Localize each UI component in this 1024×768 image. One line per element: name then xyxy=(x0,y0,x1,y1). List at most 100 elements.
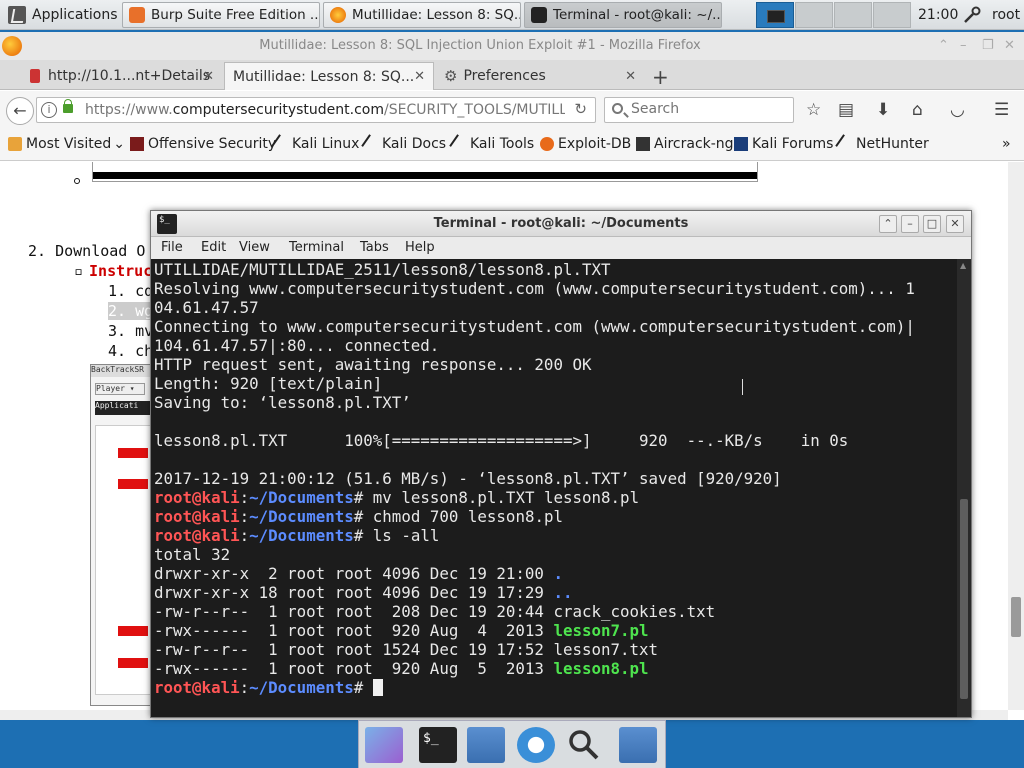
step-item: 3. mv xyxy=(108,322,154,340)
listing-row: drwxr-xr-x 18 root root 4096 Dec 19 17:2… xyxy=(154,583,954,602)
output-line: Connecting to www.computersecuritystuden… xyxy=(154,317,915,336)
bookmark-kali-docs[interactable]: Kali Docs xyxy=(361,134,446,154)
bookmark-exploit-db[interactable]: Exploit-DB xyxy=(540,136,631,152)
close-tab-icon[interactable]: ✕ xyxy=(203,69,214,84)
search-icon[interactable] xyxy=(565,727,603,763)
terminal-cursor xyxy=(372,679,383,696)
command-text: mv lesson8.pl.TXT lesson8.pl xyxy=(372,488,640,507)
bookmarks-overflow-button[interactable]: » xyxy=(1002,136,1011,152)
taskbar-item-burp[interactable]: Burp Suite Free Edition ... xyxy=(122,2,320,28)
minimize-button[interactable]: – xyxy=(901,215,919,233)
prompt-user: root@kali xyxy=(154,488,240,507)
folder-icon[interactable] xyxy=(619,727,657,763)
applications-menu[interactable]: Applications xyxy=(0,0,126,30)
bookmark-offensive-security[interactable]: Offensive Security xyxy=(130,136,276,152)
lock-icon xyxy=(63,99,73,113)
tab-mutillidae[interactable]: Mutillidae: Lesson 8: SQ... ✕ xyxy=(224,62,434,90)
close-button[interactable]: ✕ xyxy=(1004,38,1015,53)
shade-button[interactable]: ⌃ xyxy=(879,215,897,233)
close-tab-icon[interactable]: ✕ xyxy=(625,69,636,84)
bookmark-most-visited[interactable]: Most Visited ⌄ xyxy=(8,136,125,152)
back-button[interactable]: ← xyxy=(6,97,34,125)
bookmark-kali-linux[interactable]: Kali Linux xyxy=(271,134,359,154)
bug-icon xyxy=(30,69,40,83)
user-menu[interactable]: root xyxy=(992,0,1020,30)
reading-list-icon[interactable]: ▤ xyxy=(838,100,854,120)
bookmark-star-icon[interactable]: ☆ xyxy=(806,100,821,120)
taskbar-label: Terminal - root@kali: ~/... xyxy=(553,7,722,23)
restore-button[interactable]: ❐ xyxy=(982,38,994,53)
taskbar-item-firefox[interactable]: Mutillidae: Lesson 8: SQ... xyxy=(323,2,521,28)
thumb-titlebar: BackTrackSR xyxy=(91,365,153,377)
url-bar[interactable]: i https://www.computersecuritystudent.co… xyxy=(36,97,596,123)
file-name: lesson8.pl xyxy=(553,659,649,678)
close-button[interactable]: ✕ xyxy=(946,215,964,233)
firefox-titlebar: Mutillidae: Lesson 8: SQL Injection Unio… xyxy=(0,32,1024,60)
clock[interactable]: 21:00 xyxy=(918,0,958,30)
listing-row: drwxr-xr-x 2 root root 4096 Dec 19 21:00… xyxy=(154,564,954,583)
gear-icon xyxy=(8,137,22,151)
exploitdb-icon xyxy=(540,137,554,151)
tab-details[interactable]: http://10.1...nt+Details ✕ xyxy=(22,62,222,90)
output-line: Resolving www.computersecuritystudent.co… xyxy=(154,279,915,298)
window-title: Mutillidae: Lesson 8: SQL Injection Unio… xyxy=(259,38,701,53)
terminal-titlebar[interactable]: $_ Terminal - root@kali: ~/Documents ⌃ –… xyxy=(151,211,971,237)
minimize-button[interactable]: – xyxy=(960,38,967,53)
info-icon[interactable]: i xyxy=(41,102,57,118)
scrollbar-thumb[interactable] xyxy=(1011,597,1021,637)
gear-icon: ⚙ xyxy=(444,67,458,85)
file-meta: drwxr-xr-x 2 root root 4096 Dec 19 21:00 xyxy=(154,564,554,583)
bookmarks-toolbar: Most Visited ⌄ Offensive Security Kali Li… xyxy=(0,129,1024,161)
listing-row: -rwx------ 1 root root 920 Aug 4 2013 le… xyxy=(154,621,954,640)
command-text: ls -all xyxy=(372,526,440,545)
maximize-button[interactable]: □ xyxy=(923,215,941,233)
listing-row: -rwx------ 1 root root 920 Aug 5 2013 le… xyxy=(154,659,954,678)
output-line: Saving to: ‘lesson8.pl.TXT’ xyxy=(154,393,411,412)
menu-terminal[interactable]: Terminal xyxy=(289,240,344,255)
red-arrow-icon xyxy=(118,479,148,489)
reload-icon[interactable]: ↻ xyxy=(574,100,587,118)
terminal-output[interactable]: UTILLIDAE/MUTILLIDAE_2511/lesson8/lesson… xyxy=(151,259,957,717)
bookmark-kali-tools[interactable]: Kali Tools xyxy=(449,134,534,154)
search-input[interactable] xyxy=(631,101,781,117)
page-vertical-scrollbar[interactable] xyxy=(1008,162,1024,710)
scrollbar-thumb[interactable] xyxy=(960,499,968,699)
workspace-3[interactable] xyxy=(834,2,872,28)
download-item: 2. Download O xyxy=(28,242,146,260)
bookmark-aircrack-ng[interactable]: Aircrack-ng xyxy=(636,136,734,152)
top-panel: Applications Burp Suite Free Edition ...… xyxy=(0,0,1024,30)
browser-icon[interactable] xyxy=(517,727,555,763)
file-name: .. xyxy=(553,583,573,602)
terminal-icon[interactable]: $_ xyxy=(419,727,457,763)
scroll-up-icon[interactable]: ▲ xyxy=(960,261,966,270)
download-icon[interactable]: ⬇ xyxy=(876,100,890,120)
menu-tabs[interactable]: Tabs xyxy=(360,240,389,255)
menu-file[interactable]: File xyxy=(161,240,183,255)
workspace-2[interactable] xyxy=(795,2,833,28)
taskbar-item-terminal[interactable]: Terminal - root@kali: ~/... xyxy=(524,2,722,28)
menu-icon[interactable]: ☰ xyxy=(994,100,1009,120)
bookmark-kali-forums[interactable]: Kali Forums xyxy=(734,136,833,152)
maximize-up-icon[interactable]: ⌃ xyxy=(938,38,949,53)
files-icon[interactable] xyxy=(467,727,505,763)
menu-view[interactable]: View xyxy=(239,240,270,255)
user-tools-icon[interactable] xyxy=(962,5,982,25)
menu-help[interactable]: Help xyxy=(405,240,435,255)
output-line: 2017-12-19 21:00:12 (51.6 MB/s) - ‘lesso… xyxy=(154,469,782,488)
menu-edit[interactable]: Edit xyxy=(201,240,226,255)
tab-preferences[interactable]: ⚙ Preferences ✕ xyxy=(436,62,644,90)
terminal-menubar: File Edit View Terminal Tabs Help xyxy=(151,237,971,259)
home-icon[interactable]: ⌂ xyxy=(912,100,923,120)
search-box[interactable] xyxy=(604,97,794,123)
bookmark-nethunter[interactable]: NetHunter xyxy=(835,134,929,154)
close-tab-icon[interactable]: ✕ xyxy=(414,69,425,84)
listing-row: -rw-r--r-- 1 root root 1524 Dec 19 17:52… xyxy=(154,640,954,659)
new-tab-button[interactable]: + xyxy=(652,65,669,89)
desktop-icon[interactable] xyxy=(365,727,403,763)
red-arrow-icon xyxy=(118,658,148,668)
workspace-1[interactable] xyxy=(756,2,794,28)
workspace-4[interactable] xyxy=(873,2,911,28)
terminal-scrollbar[interactable]: ▲ xyxy=(957,259,971,717)
pocket-icon[interactable]: ◡ xyxy=(950,100,965,120)
